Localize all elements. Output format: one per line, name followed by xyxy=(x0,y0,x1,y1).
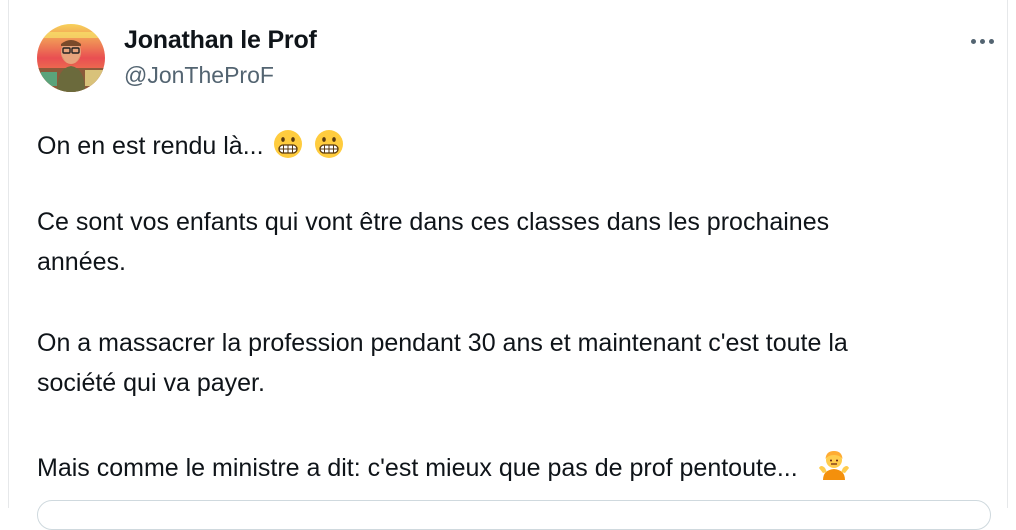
tweet-text: On en est rendu là... xyxy=(37,132,264,160)
author-name[interactable]: Jonathan le Prof xyxy=(124,26,317,55)
media-preview[interactable] xyxy=(37,500,991,530)
more-options-icon[interactable] xyxy=(965,30,999,52)
tweet-line: Mais comme le ministre a dit: c'est mieu… xyxy=(37,448,851,490)
tweet-card: Jonathan le Prof @JonTheProF On en est r… xyxy=(8,0,1008,530)
tweet-text: années. xyxy=(37,248,126,276)
tweet-text: société qui va payer. xyxy=(37,369,265,397)
person-shrugging-emoji xyxy=(817,448,851,490)
grimacing-face-emoji xyxy=(272,128,304,168)
avatar[interactable] xyxy=(37,24,105,92)
tweet-text: Ce sont vos enfants qui vont être dans c… xyxy=(37,208,830,236)
tweet-line: On en est rendu là... xyxy=(37,128,345,168)
tweet-text: Mais comme le ministre a dit: c'est mieu… xyxy=(37,454,798,482)
grimacing-face-emoji xyxy=(313,128,345,168)
profile-photo-icon xyxy=(37,24,105,92)
tweet-text: On a massacrer la profession pendant 30 … xyxy=(37,329,848,357)
author-handle[interactable]: @JonTheProF xyxy=(124,62,274,89)
